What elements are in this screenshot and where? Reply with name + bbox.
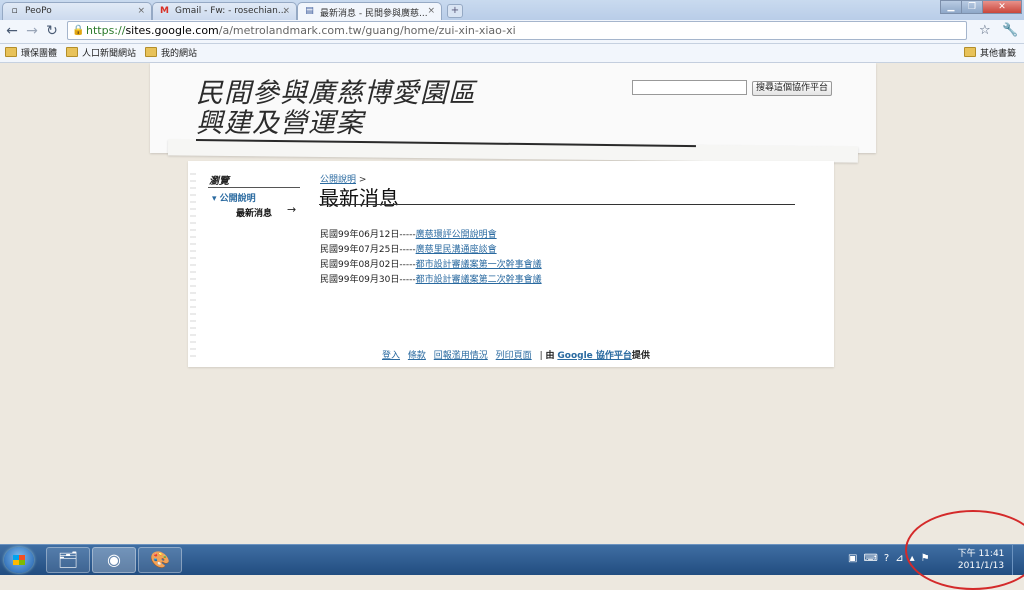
folder-icon [964, 47, 976, 57]
tab-title: PeoPo [25, 6, 52, 16]
restore-button[interactable]: ❐ [961, 0, 983, 14]
network-icon[interactable]: ⊿ [895, 553, 903, 564]
help-icon[interactable]: ? [884, 553, 889, 564]
footer-link-report-abuse[interactable]: 回報濫用情況 [434, 351, 488, 361]
list-item: 民國99年06月12日-----廣慈環評公開說明會 [320, 230, 497, 240]
footer-link-signin[interactable]: 登入 [382, 351, 400, 361]
close-icon[interactable]: × [137, 6, 145, 16]
sites-icon: ▤ [305, 6, 314, 16]
site-search-input[interactable] [632, 80, 747, 95]
folder-icon [66, 47, 78, 57]
folder-icon [145, 47, 157, 57]
news-list: 民國99年06月12日-----廣慈環評公開說明會 民國99年07月25日---… [320, 228, 542, 288]
site-footer: 登入 條款 回報濫用情況 列印頁面 | 由 Google 協作平台提供 [382, 351, 650, 361]
page-icon: ▫ [11, 6, 18, 16]
red-annotation-circle [905, 510, 1024, 590]
tab-gmail[interactable]: M Gmail - Fw: - rosechian... × [152, 2, 297, 20]
other-bookmarks[interactable]: 其他書籤 [964, 46, 1016, 59]
news-link[interactable]: 都市設計審議案第二次幹事會議 [416, 275, 542, 285]
page-title-divider [319, 204, 795, 205]
close-window-button[interactable]: ✕ [982, 0, 1022, 14]
tab-active[interactable]: ▤ 最新消息 - 民間參與廣慈... × [297, 2, 442, 20]
explorer-taskbar-button[interactable]: 🗂 [46, 547, 90, 573]
paint-icon: 🎨 [150, 550, 170, 569]
folder-icon: 🗂 [57, 550, 79, 569]
url-scheme: https:// [86, 24, 126, 37]
reload-icon[interactable]: ↻ [44, 23, 60, 39]
footer-link-terms[interactable]: 條款 [408, 351, 426, 361]
news-link[interactable]: 廣慈里民溝通座談會 [416, 245, 497, 255]
paint-taskbar-button[interactable]: 🎨 [138, 547, 182, 573]
folder-icon [5, 47, 17, 57]
sidebar-item-public-notice[interactable]: ▾ 公開說明 [212, 191, 256, 204]
site-search-button[interactable]: 搜尋這個協作平台 [752, 81, 832, 96]
tab-title: Gmail - Fw: - rosechian... [175, 6, 287, 16]
bookmark-folder[interactable]: 我的網站 [145, 46, 197, 59]
site-title[interactable]: 民間參與廣慈博愛園區 興建及營運案 [196, 79, 476, 139]
url-path: /a/metrolandmark.com.tw/guang/home/zui-x… [218, 24, 516, 37]
address-bar[interactable]: 🔒 https://sites.google.com/a/metrolandmar… [67, 21, 967, 40]
star-icon[interactable]: ☆ [979, 23, 991, 39]
tab-title: 最新消息 - 民間參與廣慈... [320, 9, 428, 19]
close-icon[interactable]: × [427, 6, 435, 16]
news-link[interactable]: 都市設計審議案第一次幹事會議 [416, 260, 542, 270]
arrow-right-icon: → [287, 203, 297, 216]
taskbar: 🗂 ◉ 🎨 ▣ ⌨? ⊿ ▴ ⚑ 下午 11:41 2011/1/13 [0, 544, 1024, 575]
list-item: 民國99年09月30日-----都市設計審議案第二次幹事會議 [320, 275, 542, 285]
page-content: 民間參與廣慈博愛園區 興建及營運案 搜尋這個協作平台 瀏覽 ▾ 公開說明 最新消… [0, 63, 1024, 544]
close-icon[interactable]: × [282, 6, 290, 16]
windows-logo-icon [13, 555, 25, 565]
footer-google-sites-link[interactable]: Google 協作平台 [557, 351, 632, 361]
start-button[interactable] [4, 547, 34, 573]
lock-icon: 🔒 [72, 25, 85, 36]
bookmarks-bar: 環保團體 人口新聞網站 我的網站 其他書籤 [0, 44, 1024, 63]
page-title: 最新消息 [319, 186, 399, 210]
footer-link-print[interactable]: 列印頁面 [496, 351, 532, 361]
keyboard-icon[interactable]: ⌨ [863, 553, 877, 564]
chrome-icon: ◉ [107, 550, 121, 569]
tab-strip: ▫ PeoPo × M Gmail - Fw: - rosechian... ×… [0, 0, 1024, 20]
tray-app-icon[interactable]: ▣ [848, 553, 857, 564]
back-icon[interactable]: ← [4, 23, 20, 39]
bookmark-folder[interactable]: 人口新聞網站 [66, 46, 136, 59]
news-link[interactable]: 廣慈環評公開說明會 [416, 230, 497, 240]
forward-icon[interactable]: → [24, 23, 40, 39]
nav-divider [208, 187, 300, 188]
wrench-icon[interactable]: 🔧 [1002, 23, 1018, 39]
toolbar: ← → ↻ 🔒 https://sites.google.com/a/metrol… [0, 20, 1024, 44]
list-item: 民國99年07月25日-----廣慈里民溝通座談會 [320, 245, 497, 255]
url-host: sites.google.com [125, 24, 219, 37]
list-item: 民國99年08月02日-----都市設計審議案第一次幹事會議 [320, 260, 542, 270]
notebook-holes [190, 168, 196, 358]
chrome-taskbar-button[interactable]: ◉ [92, 547, 136, 573]
minimize-button[interactable]: ▁ [940, 0, 962, 14]
sidebar-item-latest-news[interactable]: 最新消息 [236, 206, 272, 219]
nav-title: 瀏覽 [209, 176, 229, 187]
bookmark-folder[interactable]: 環保團體 [5, 46, 57, 59]
tab-peopo[interactable]: ▫ PeoPo × [2, 2, 152, 20]
new-tab-button[interactable]: + [447, 4, 463, 18]
gmail-icon: M [160, 6, 169, 16]
